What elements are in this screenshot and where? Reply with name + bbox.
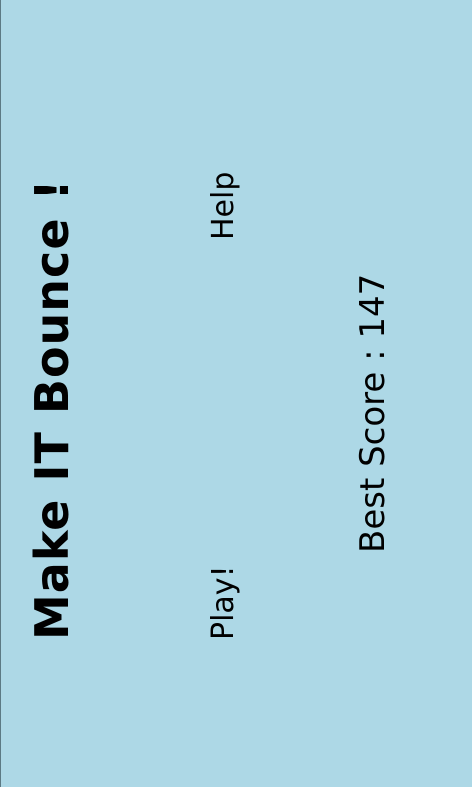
best-score-value: 147 xyxy=(353,273,393,339)
game-menu-screen: Make IT Bounce ! Help Play! Best Score :… xyxy=(0,0,472,787)
game-title: Make IT Bounce ! xyxy=(25,178,79,640)
best-score-separator: : xyxy=(353,338,393,372)
help-button[interactable]: Help xyxy=(206,172,241,240)
play-button[interactable]: Play! xyxy=(206,565,241,640)
best-score-label: Best Score xyxy=(353,371,393,553)
best-score-display: Best Score : 147 xyxy=(353,274,393,553)
